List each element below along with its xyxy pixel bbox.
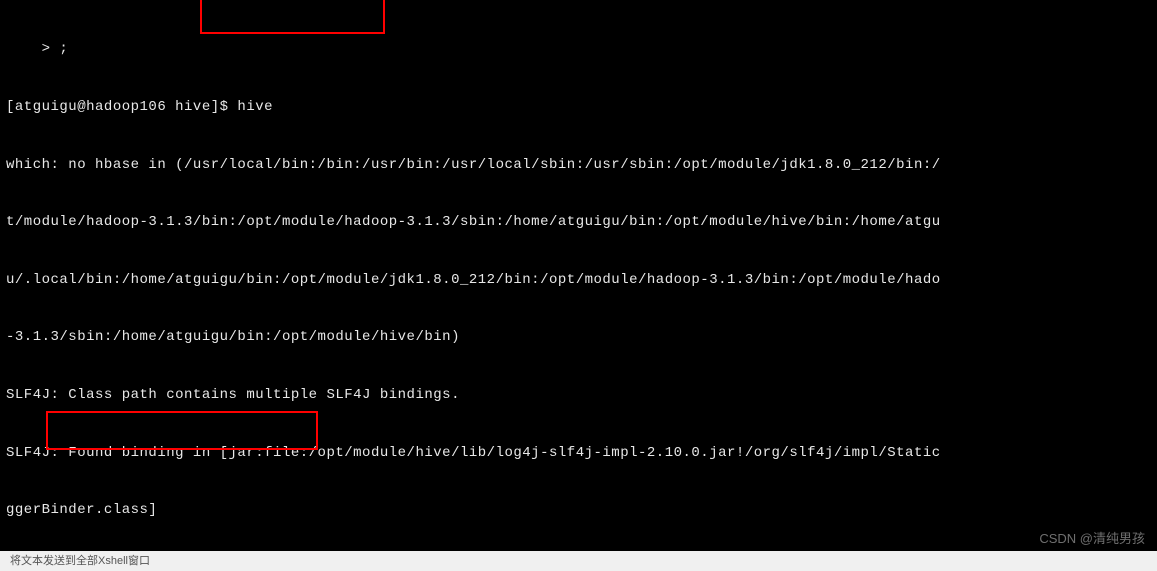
- status-bar: 将文本发送到全部Xshell窗口: [0, 551, 1157, 571]
- terminal-line: SLF4J: Class path contains multiple SLF4…: [6, 386, 1151, 405]
- terminal-line: t/module/hadoop-3.1.3/bin:/opt/module/ha…: [6, 213, 1151, 232]
- terminal-line: which: no hbase in (/usr/local/bin:/bin:…: [6, 156, 1151, 175]
- status-bar-text: 将文本发送到全部Xshell窗口: [10, 555, 150, 567]
- terminal-line: u/.local/bin:/home/atguigu/bin:/opt/modu…: [6, 271, 1151, 290]
- terminal-line: ggerBinder.class]: [6, 501, 1151, 520]
- terminal-line: > ;: [6, 40, 1151, 59]
- terminal-line: SLF4J: Found binding in [jar:file:/opt/m…: [6, 444, 1151, 463]
- terminal-window[interactable]: > ; [atguigu@hadoop106 hive]$ hive which…: [0, 0, 1157, 571]
- terminal-line: [atguigu@hadoop106 hive]$ hive: [6, 98, 1151, 117]
- terminal-line: -3.1.3/sbin:/home/atguigu/bin:/opt/modul…: [6, 328, 1151, 347]
